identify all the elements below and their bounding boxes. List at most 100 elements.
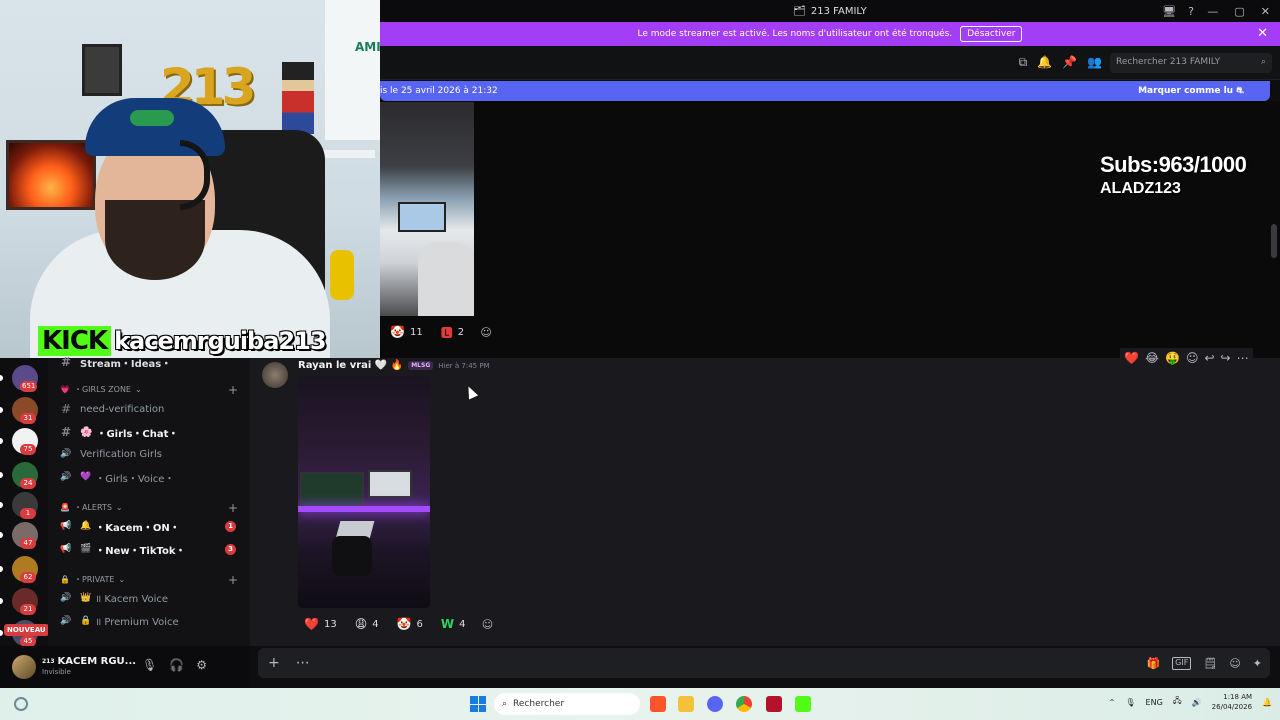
reaction-clown[interactable]: 🤡 6 xyxy=(391,614,429,634)
brave-browser-icon[interactable] xyxy=(650,696,666,712)
channel-kacem-on[interactable]: 📢 🔔 ・Kacem・ON・ 1 xyxy=(58,516,244,536)
category-girls-zone[interactable]: 💗 ・GIRLS ZONE ⌄ + xyxy=(60,383,238,397)
reaction-w[interactable]: W4 xyxy=(435,614,472,634)
chevron-down-icon: ⌄ xyxy=(115,503,123,512)
speaker-icon: 🔊 xyxy=(60,616,72,626)
chat-scrollbar[interactable] xyxy=(1271,224,1277,258)
server-icon-8[interactable]: 21 xyxy=(12,588,38,615)
reaction-l[interactable]: 🅻 2 xyxy=(435,322,470,342)
server-icon-2[interactable]: 31 xyxy=(12,397,38,424)
search-input[interactable]: Rechercher 213 FAMILY ⌕ xyxy=(1110,53,1272,73)
channel-new-tiktok[interactable]: 📢 🎬 ・New・TikTok・ 3 xyxy=(58,539,244,559)
notification-icon[interactable]: 🔔 xyxy=(1262,698,1272,707)
microphone-icon[interactable]: 🎙 xyxy=(142,658,157,672)
server-icon-6[interactable]: 47 xyxy=(12,522,38,549)
taskbar-search[interactable]: ⌕ Rechercher xyxy=(494,693,640,715)
apps-icon[interactable]: ⋯ xyxy=(296,655,310,671)
add-reaction-icon[interactable]: ☺ xyxy=(1186,351,1199,365)
new-messages-bar[interactable]: is le 25 avril 2026 à 21:32 Marquer comm… xyxy=(380,81,1270,101)
more-icon[interactable]: ⋯ xyxy=(1237,351,1249,365)
category-alerts[interactable]: 🚨 ・ALERTS ⌄ + xyxy=(60,501,238,515)
guild-tag-badge[interactable]: MLSG xyxy=(408,361,434,370)
file-explorer-icon[interactable] xyxy=(678,696,694,712)
forward-icon[interactable]: ↪ xyxy=(1221,351,1231,365)
widgets-icon[interactable] xyxy=(14,697,28,711)
adobe-icon[interactable] xyxy=(766,696,782,712)
reaction-weary[interactable]: 😩 4 xyxy=(349,614,385,634)
image-led-strip xyxy=(298,506,430,512)
message-author-avatar[interactable] xyxy=(262,362,288,388)
disable-streamer-button[interactable]: Désactiver xyxy=(960,26,1023,42)
close-banner-icon[interactable]: ✕ xyxy=(1257,26,1268,41)
mark-as-read-button[interactable]: Marquer comme lu ⛐ xyxy=(1138,86,1244,97)
add-channel-icon[interactable]: + xyxy=(228,573,238,587)
volume-icon[interactable]: 🔊 xyxy=(1192,698,1202,707)
gif-button[interactable]: GIF xyxy=(1172,656,1192,670)
channel-girls-voice[interactable]: 🔊 💜 ・Girls・Voice・ xyxy=(58,467,244,487)
chrome-icon[interactable] xyxy=(736,696,752,712)
reaction-heart[interactable]: ❤️ 13 xyxy=(298,614,343,634)
channel-verification-girls[interactable]: 🔊 Verification Girls xyxy=(58,444,244,464)
new-messages-text: is le 25 avril 2026 à 21:32 xyxy=(380,86,498,96)
reply-icon[interactable]: ↩ xyxy=(1204,351,1214,365)
message-image-setup-white[interactable] xyxy=(380,102,474,316)
channel-need-verification[interactable]: # need-verification xyxy=(58,399,244,419)
threads-icon[interactable]: ⧉ xyxy=(1019,55,1028,70)
help-icon[interactable]: ? xyxy=(1188,5,1194,18)
clock-time: 1:18 AM xyxy=(1223,693,1253,701)
emoji-icon[interactable]: ☺ xyxy=(1229,657,1240,670)
hash-icon: # xyxy=(60,425,72,439)
language-indicator[interactable]: ENG xyxy=(1146,698,1163,707)
channel-premium-voice[interactable]: 🔊 🔒 ॥ Premium Voice xyxy=(58,611,244,631)
quick-heart-icon[interactable]: ❤️ xyxy=(1124,351,1139,365)
quick-money-icon[interactable]: 🤑 xyxy=(1165,351,1180,365)
maximize-button[interactable]: ▢ xyxy=(1234,5,1244,18)
add-reaction-icon[interactable]: ☺ xyxy=(476,322,496,342)
server-icon-7[interactable]: 62 xyxy=(12,556,38,583)
attach-plus-icon[interactable]: + xyxy=(268,655,280,671)
network-icon[interactable]: 🖧 xyxy=(1173,695,1182,709)
image-monitor xyxy=(398,202,446,232)
close-window-button[interactable]: ✕ xyxy=(1261,5,1270,18)
mention-badge: 651 xyxy=(20,381,38,392)
sticker-icon[interactable]: 🗒 xyxy=(1203,657,1217,670)
kick-app-icon[interactable] xyxy=(795,696,811,712)
add-reaction-icon[interactable]: ☺ xyxy=(478,614,498,634)
server-icon-5[interactable]: 1 xyxy=(12,492,38,519)
message-image-setup-purple[interactable] xyxy=(298,376,430,608)
server-icon-4[interactable]: 24 xyxy=(12,462,38,489)
chevron-down-icon: ⌄ xyxy=(134,385,142,394)
search-icon: ⌕ xyxy=(502,699,508,709)
message-author[interactable]: Rayan le vrai 🤍 🔥 xyxy=(298,360,403,371)
screen-share-icon[interactable]: 🖥 xyxy=(1162,5,1176,18)
server-icon-1[interactable]: 651 xyxy=(12,365,38,392)
channel-stream-ideas[interactable]: # Stream・Ideas・ xyxy=(58,352,244,372)
reactions-row-bottom: ❤️ 13 😩 4 🤡 6 W4 ☺ xyxy=(298,614,498,634)
user-avatar[interactable] xyxy=(12,655,36,679)
gear-icon[interactable]: ⚙ xyxy=(196,658,207,672)
reaction-clown[interactable]: 🤡 11 xyxy=(384,322,429,342)
channel-girls-chat[interactable]: # 🌸 ・Girls・Chat・ xyxy=(58,422,244,442)
start-icon[interactable] xyxy=(470,696,486,712)
gift-icon[interactable]: 🎁 xyxy=(1146,657,1160,670)
microphone-tray-icon[interactable]: 🎙 xyxy=(1125,698,1135,707)
members-icon[interactable]: 👥 xyxy=(1087,55,1102,70)
discord-icon[interactable] xyxy=(707,696,723,712)
chevron-up-icon[interactable]: ⌃ xyxy=(1109,698,1116,707)
pin-icon[interactable]: 📌 xyxy=(1062,55,1077,70)
add-channel-icon[interactable]: + xyxy=(228,383,238,397)
headphones-icon[interactable]: 🎧 xyxy=(169,658,184,672)
quick-laugh-icon[interactable]: 😂 xyxy=(1145,351,1159,365)
reaction-count: 13 xyxy=(323,618,337,630)
clock[interactable]: 1:18 AM 26/04/2026 xyxy=(1212,692,1252,712)
app-launcher-icon[interactable]: ✦ xyxy=(1253,657,1262,670)
channel-kacem-voice[interactable]: 🔊 👑 ॥ Kacem Voice xyxy=(58,588,244,608)
server-icon-3[interactable]: 75 xyxy=(12,428,38,455)
minimize-button[interactable]: — xyxy=(1207,5,1218,18)
bell-icon[interactable]: 🔔 xyxy=(1037,55,1052,70)
heart-icon: ❤️ xyxy=(304,617,319,631)
category-private[interactable]: 🔒 ・Private ⌄ + xyxy=(60,573,238,587)
chevron-down-icon: ⌄ xyxy=(118,575,126,584)
add-channel-icon[interactable]: + xyxy=(228,501,238,515)
message-composer[interactable]: + ⋯ 🎁 GIF 🗒 ☺ ✦ xyxy=(258,648,1270,678)
